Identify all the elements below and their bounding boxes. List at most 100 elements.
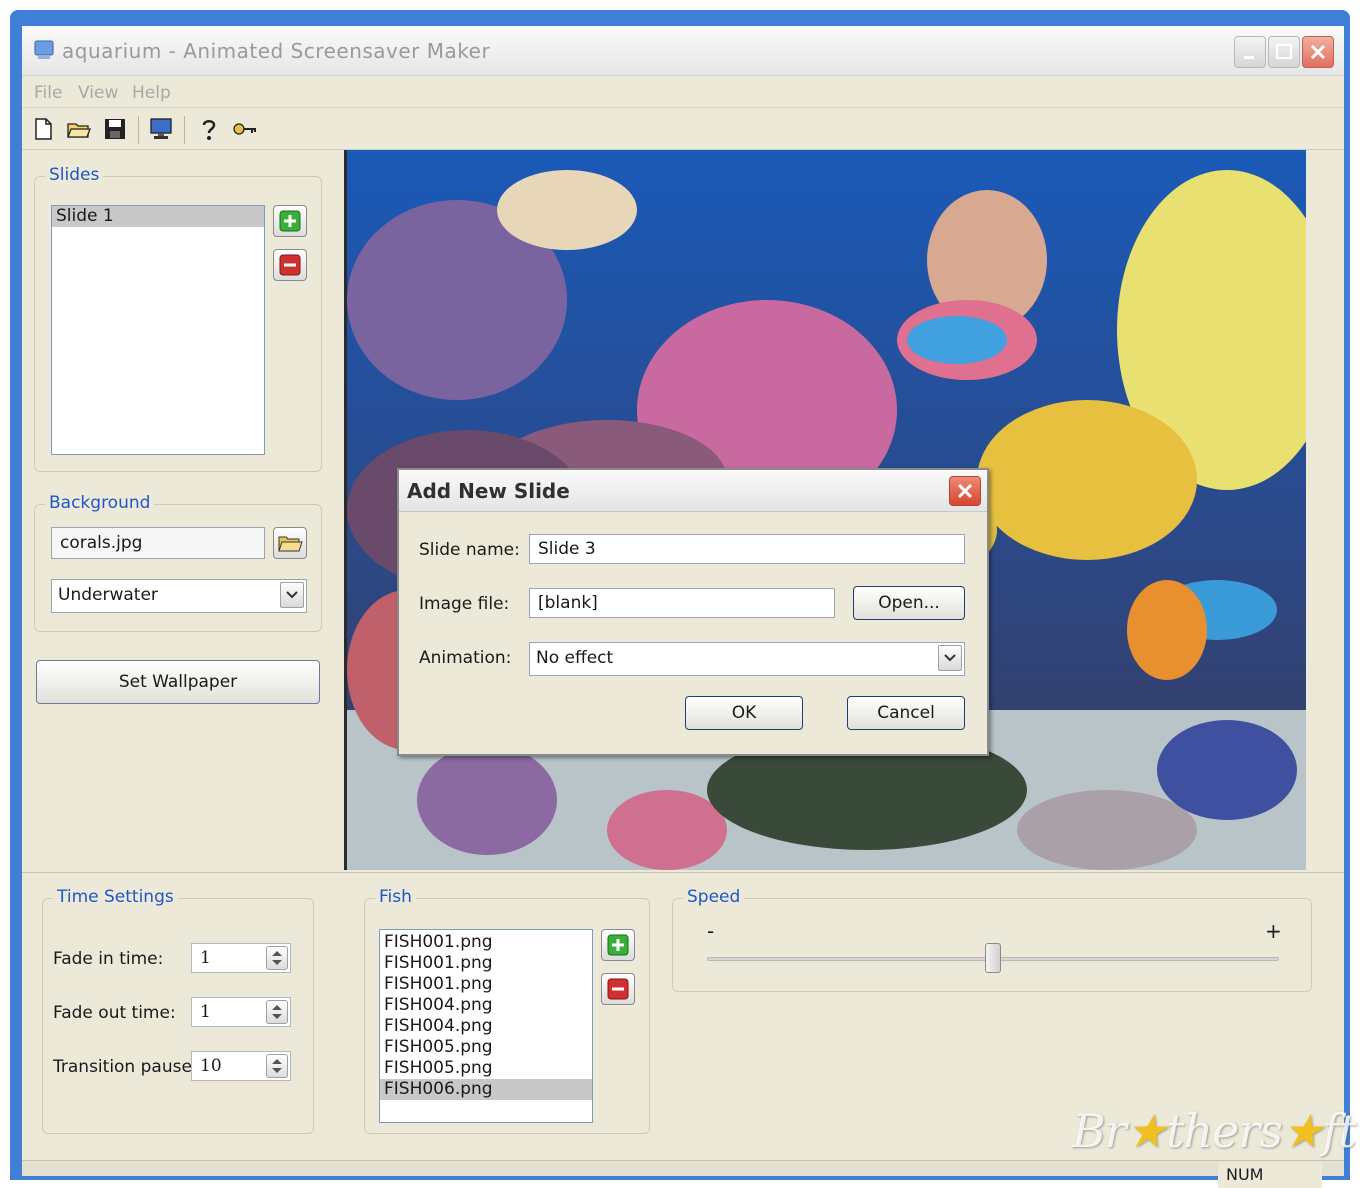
fish-list-item[interactable]: FISH005.png [380,1058,592,1079]
save-icon[interactable] [102,116,128,142]
transition-pause-label: Transition pause: [53,1057,198,1077]
fish-list-item[interactable]: FISH001.png [380,974,592,995]
transition-pause-stepper[interactable] [266,1054,288,1078]
fish-group: Fish FISH001.png FISH001.png FISH001.png FI… [364,887,650,1134]
fish-list[interactable]: FISH001.png FISH001.png FISH001.png FISH004… [379,929,593,1123]
open-folder-icon [278,536,303,552]
minimize-button[interactable] [1234,36,1266,68]
plus-icon [607,934,629,956]
up-down-arrows-icon [272,1059,282,1073]
app-icon [34,40,54,59]
close-icon [1310,44,1326,60]
up-down-arrows-icon [272,951,282,965]
slides-group-title: Slides [45,165,104,185]
fade-in-spinner[interactable]: 1 [191,943,291,973]
time-settings-group: Time Settings Fade in time: 1 Fade out t… [42,887,314,1134]
fish-list-item[interactable]: FISH006.png [380,1079,592,1100]
fish-list-item[interactable]: FISH004.png [380,995,592,1016]
transition-pause-value: 10 [200,1056,222,1076]
status-num-indicator: NUM [1218,1162,1322,1188]
animation-value: No effect [536,648,614,668]
animation-select[interactable]: No effect [529,642,965,676]
app-window: aquarium - Animated Screensaver Maker Fi… [10,10,1357,1188]
fade-out-stepper[interactable] [266,1000,288,1024]
menu-bar: File View Help [22,78,1344,108]
background-theme-value: Underwater [58,585,158,605]
theme-dropdown-button[interactable] [280,582,304,608]
dialog-title-bar[interactable]: Add New Slide [399,470,987,512]
background-group: Background corals.jpg Underwater [34,493,322,632]
slide-name-field[interactable]: Slide 3 [529,534,965,564]
add-fish-button[interactable] [601,929,635,961]
key-icon[interactable] [232,116,258,142]
image-file-label: Image file: [419,594,510,614]
remove-fish-button[interactable] [601,973,635,1005]
fade-in-value: 1 [200,948,211,968]
toolbar-separator [138,116,139,144]
fade-in-stepper[interactable] [266,946,288,970]
fish-group-title: Fish [375,887,416,907]
background-file-field[interactable]: corals.jpg [51,527,265,559]
fish-list-item[interactable]: FISH001.png [380,932,592,953]
fish-list-item[interactable]: FISH001.png [380,953,592,974]
watermark-logo: Br★thers★ft [1072,1104,1357,1158]
speed-slider-thumb[interactable] [985,943,1001,973]
fade-in-label: Fade in time: [53,949,164,969]
dialog-title: Add New Slide [407,479,570,503]
menu-view[interactable]: View [78,83,118,103]
cancel-button[interactable]: Cancel [847,696,965,730]
speed-group: Speed - + [672,887,1312,992]
open-folder-icon[interactable] [66,116,92,142]
open-file-button[interactable]: Open... [853,586,965,620]
dialog-close-button[interactable] [949,476,981,506]
remove-slide-button[interactable] [273,249,307,281]
chevron-down-icon [286,591,298,599]
animation-label: Animation: [419,648,512,668]
fade-out-label: Fade out time: [53,1003,176,1023]
ok-button[interactable]: OK [685,696,803,730]
maximize-icon [1276,44,1292,59]
background-theme-select[interactable]: Underwater [51,579,307,613]
window-client: aquarium - Animated Screensaver Maker Fi… [22,26,1357,1188]
title-bar[interactable]: aquarium - Animated Screensaver Maker [22,26,1344,76]
slide-name-label: Slide name: [419,540,520,560]
menu-file[interactable]: File [34,83,62,103]
add-slide-button[interactable] [273,205,307,237]
speed-group-title: Speed [683,887,745,907]
time-settings-title: Time Settings [53,887,178,907]
fade-out-value: 1 [200,1002,211,1022]
minus-icon [607,978,629,1000]
toolbar-separator [184,116,185,144]
window-title: aquarium - Animated Screensaver Maker [62,39,491,63]
fade-out-spinner[interactable]: 1 [191,997,291,1027]
chevron-down-icon [944,654,956,662]
transition-pause-spinner[interactable]: 10 [191,1051,291,1081]
speed-max-label: + [1265,919,1282,943]
speed-min-label: - [707,919,715,943]
fish-list-item[interactable]: FISH004.png [380,1016,592,1037]
slide-list-item[interactable]: Slide 1 [52,206,264,227]
help-icon[interactable] [196,116,222,142]
animation-dropdown-button[interactable] [938,645,962,671]
maximize-button[interactable] [1268,36,1300,68]
status-bar [22,1160,1344,1176]
plus-icon [279,210,301,232]
image-file-field[interactable]: [blank] [529,588,835,618]
up-down-arrows-icon [272,1005,282,1019]
minus-icon [279,254,301,276]
toolbar [22,110,1344,150]
menu-help[interactable]: Help [132,83,171,103]
background-group-title: Background [45,493,155,513]
slides-group: Slides Slide 1 [34,165,322,472]
set-wallpaper-button[interactable]: Set Wallpaper [36,660,320,704]
panel-divider [22,872,1344,873]
monitor-icon[interactable] [148,116,174,142]
add-new-slide-dialog: Add New Slide Slide name: Slide 3 Image … [397,468,989,756]
fish-list-item[interactable]: FISH005.png [380,1037,592,1058]
minimize-icon [1244,56,1254,59]
slides-list[interactable]: Slide 1 [51,205,265,455]
new-file-icon[interactable] [30,116,56,142]
close-button[interactable] [1302,36,1334,68]
close-icon [957,483,973,499]
browse-background-button[interactable] [273,527,307,559]
